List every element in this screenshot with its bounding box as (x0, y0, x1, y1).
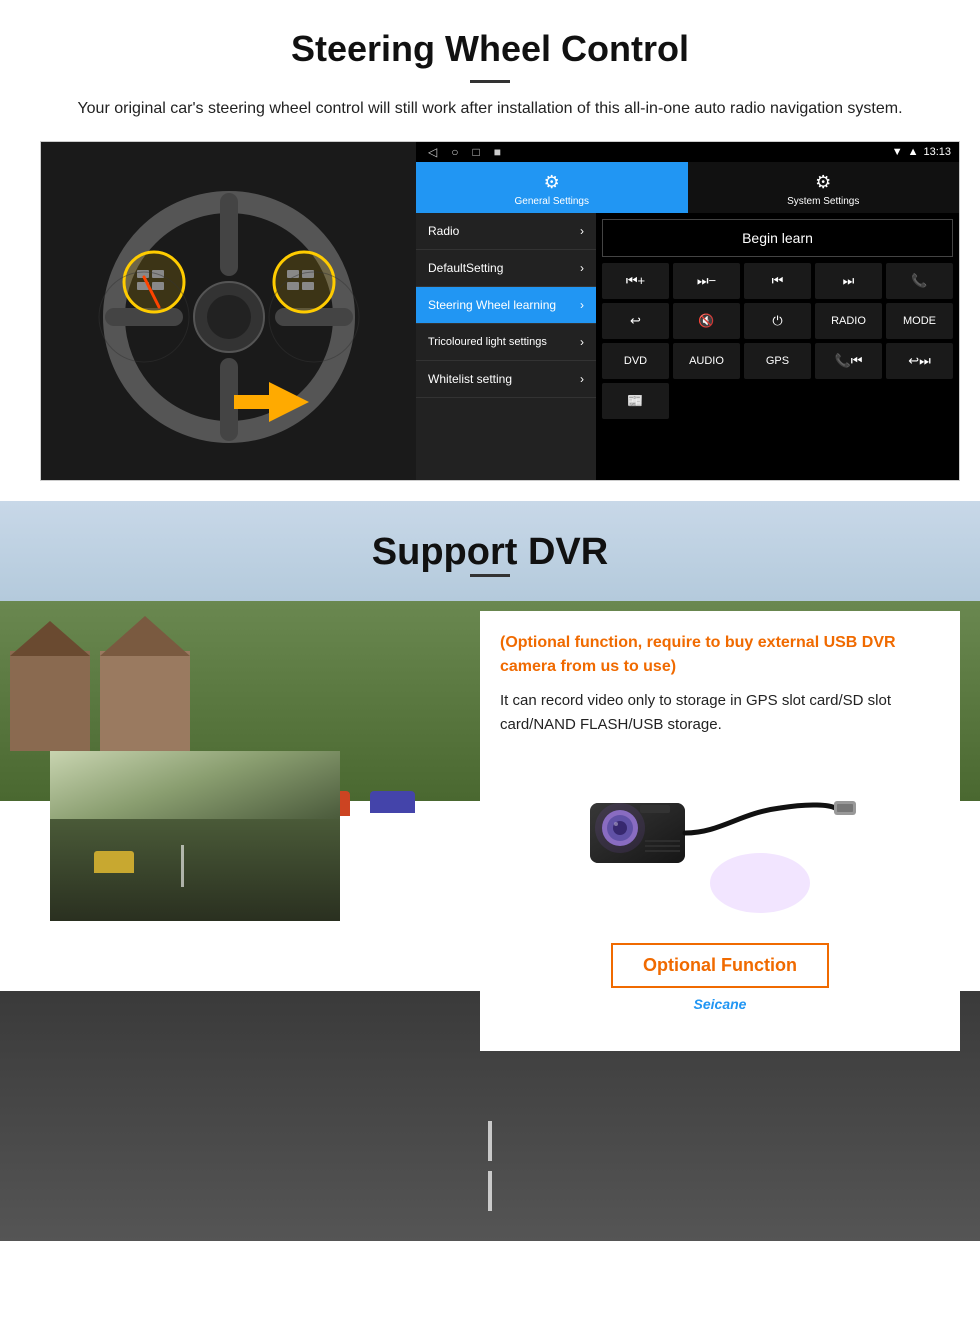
menu-item-tricolour[interactable]: Tricoloured light settings › (416, 324, 596, 361)
gps-button[interactable]: GPS (744, 343, 811, 379)
status-time: 13:13 (923, 146, 951, 158)
android-panel: ◁ ○ □ ■ ▼ ▲ 13:13 ⚙ General Settings ⚙ S… (416, 142, 959, 480)
vol-down-button[interactable]: ⏭− (673, 263, 740, 299)
settings-tabs: ⚙ General Settings ⚙ System Settings (416, 162, 959, 213)
back-icon[interactable]: ◁ (428, 145, 437, 159)
dvr-section: Support DVR (Optio (0, 501, 980, 1241)
tab-general-settings[interactable]: ⚙ General Settings (416, 162, 688, 213)
chevron-radio: › (580, 224, 584, 238)
radio-button[interactable]: RADIO (815, 303, 882, 339)
media-button[interactable]: 📰 (602, 383, 669, 419)
dvr-title-area: Support DVR (0, 501, 980, 611)
road-mark-1 (488, 1121, 492, 1161)
panel-content: Radio › DefaultSetting › Steering Wheel … (416, 213, 959, 480)
right-controls: Begin learn ⏮+ ⏭− ⏮ ⏭ 📞 ↩ 🔇 ⏻ RADIO MODE (596, 213, 959, 480)
vol-up-button[interactable]: ⏮+ (602, 263, 669, 299)
chevron-steering: › (580, 298, 584, 312)
menu-item-whitelist[interactable]: Whitelist setting › (416, 361, 596, 398)
prev-button[interactable]: ⏮ (744, 263, 811, 299)
dvr-optional-text: (Optional function, require to buy exter… (500, 631, 940, 679)
phone-prev-button[interactable]: 📞⏮ (815, 343, 882, 379)
nav-icons: ◁ ○ □ ■ (424, 145, 887, 159)
controls-grid: ⏮+ ⏭− ⏮ ⏭ 📞 ↩ 🔇 ⏻ RADIO MODE DVD AUDIO G… (602, 263, 953, 419)
audio-button[interactable]: AUDIO (673, 343, 740, 379)
chevron-whitelist: › (580, 372, 584, 386)
menu-item-steering[interactable]: Steering Wheel learning › (416, 287, 596, 324)
title-divider (470, 80, 510, 83)
dvr-description: It can record video only to storage in G… (500, 689, 940, 737)
camera-svg (580, 753, 860, 923)
menu-item-radio[interactable]: Radio › (416, 213, 596, 250)
steering-wheel-svg (69, 162, 389, 462)
home-icon[interactable]: ○ (451, 145, 458, 159)
ss-lane-1 (181, 845, 184, 888)
wifi-icon: ▼ (892, 146, 903, 158)
steering-section: Steering Wheel Control Your original car… (0, 0, 980, 501)
demo-area: ◁ ○ □ ■ ▼ ▲ 13:13 ⚙ General Settings ⚙ S… (40, 141, 960, 481)
menu-item-default[interactable]: DefaultSetting › (416, 250, 596, 287)
chevron-default: › (580, 261, 584, 275)
next-button[interactable]: ⏭ (815, 263, 882, 299)
dvr-screenshot (50, 751, 340, 921)
signal-icon: ▲ (908, 146, 919, 158)
mode-button[interactable]: MODE (886, 303, 953, 339)
mute-button[interactable]: 🔇 (673, 303, 740, 339)
steering-wheel-image (41, 142, 416, 481)
optional-function-container: Optional Function Seicane (500, 933, 940, 1012)
system-settings-icon: ⚙ (815, 172, 831, 193)
optional-function-badge: Optional Function (611, 943, 829, 988)
dvr-camera-illustration (580, 753, 860, 923)
recents-icon[interactable]: □ (472, 145, 479, 159)
dvr-divider (470, 574, 510, 577)
tab-system-settings[interactable]: ⚙ System Settings (688, 162, 960, 213)
dvr-right: (Optional function, require to buy exter… (480, 611, 960, 1051)
power-button[interactable]: ⏻ (744, 303, 811, 339)
dvr-title: Support DVR (0, 531, 980, 574)
status-bar: ◁ ○ □ ■ ▼ ▲ 13:13 (416, 142, 959, 162)
seicane-brand: Seicane (500, 996, 940, 1012)
dvr-left (20, 611, 480, 921)
dvr-inner: Support DVR (Optio (0, 501, 980, 1091)
ss-car (94, 851, 134, 873)
road-mark-2 (488, 1171, 492, 1211)
dvr-footage (50, 751, 340, 921)
general-settings-icon: ⚙ (544, 172, 560, 193)
back-call-button[interactable]: ↩ (602, 303, 669, 339)
steering-title: Steering Wheel Control (40, 28, 940, 70)
left-menu: Radio › DefaultSetting › Steering Wheel … (416, 213, 596, 480)
dvr-content: (Optional function, require to buy exter… (20, 611, 960, 1051)
back-next-button[interactable]: ↩⏭ (886, 343, 953, 379)
dvd-button[interactable]: DVD (602, 343, 669, 379)
chevron-tricolour: › (580, 335, 584, 349)
menu-icon[interactable]: ■ (494, 145, 501, 159)
tab-general-label: General Settings (515, 196, 590, 207)
phone-button[interactable]: 📞 (886, 263, 953, 299)
tab-system-label: System Settings (787, 196, 859, 207)
begin-learn-button[interactable]: Begin learn (602, 219, 953, 257)
steering-subtitle: Your original car's steering wheel contr… (60, 97, 920, 121)
